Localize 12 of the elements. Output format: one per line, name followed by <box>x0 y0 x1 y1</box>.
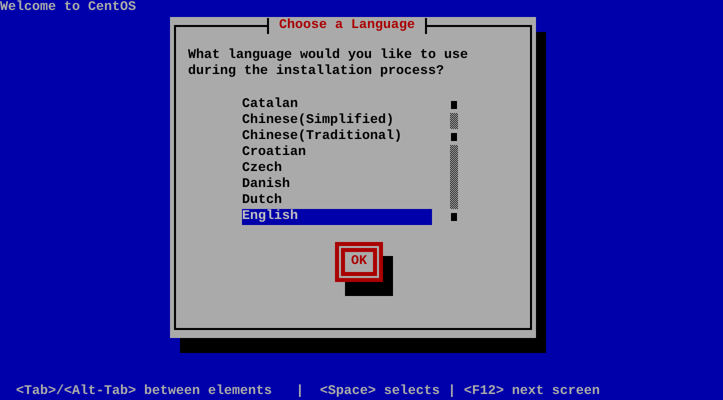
status-bar-text: <Tab>/<Alt-Tab> between elements | <Space> selects | <F12> next screen <box>15 384 600 400</box>
language-item[interactable]: Dutch <box>242 193 432 209</box>
language-item[interactable]: Czech <box>242 161 432 177</box>
dialog-title: Choose a Language <box>267 18 427 34</box>
language-item[interactable]: Catalan <box>242 97 432 113</box>
language-item[interactable]: Croatian <box>242 145 432 161</box>
language-item[interactable]: Danish <box>242 177 432 193</box>
screen-title: Welcome to CentOS <box>0 0 136 16</box>
language-item[interactable]: English <box>242 209 432 225</box>
language-item[interactable]: Chinese(Simplified) <box>242 113 432 129</box>
language-item[interactable]: Chinese(Traditional) <box>242 129 432 145</box>
prompt-text: What language would you like to use during the installation process? <box>188 48 469 80</box>
